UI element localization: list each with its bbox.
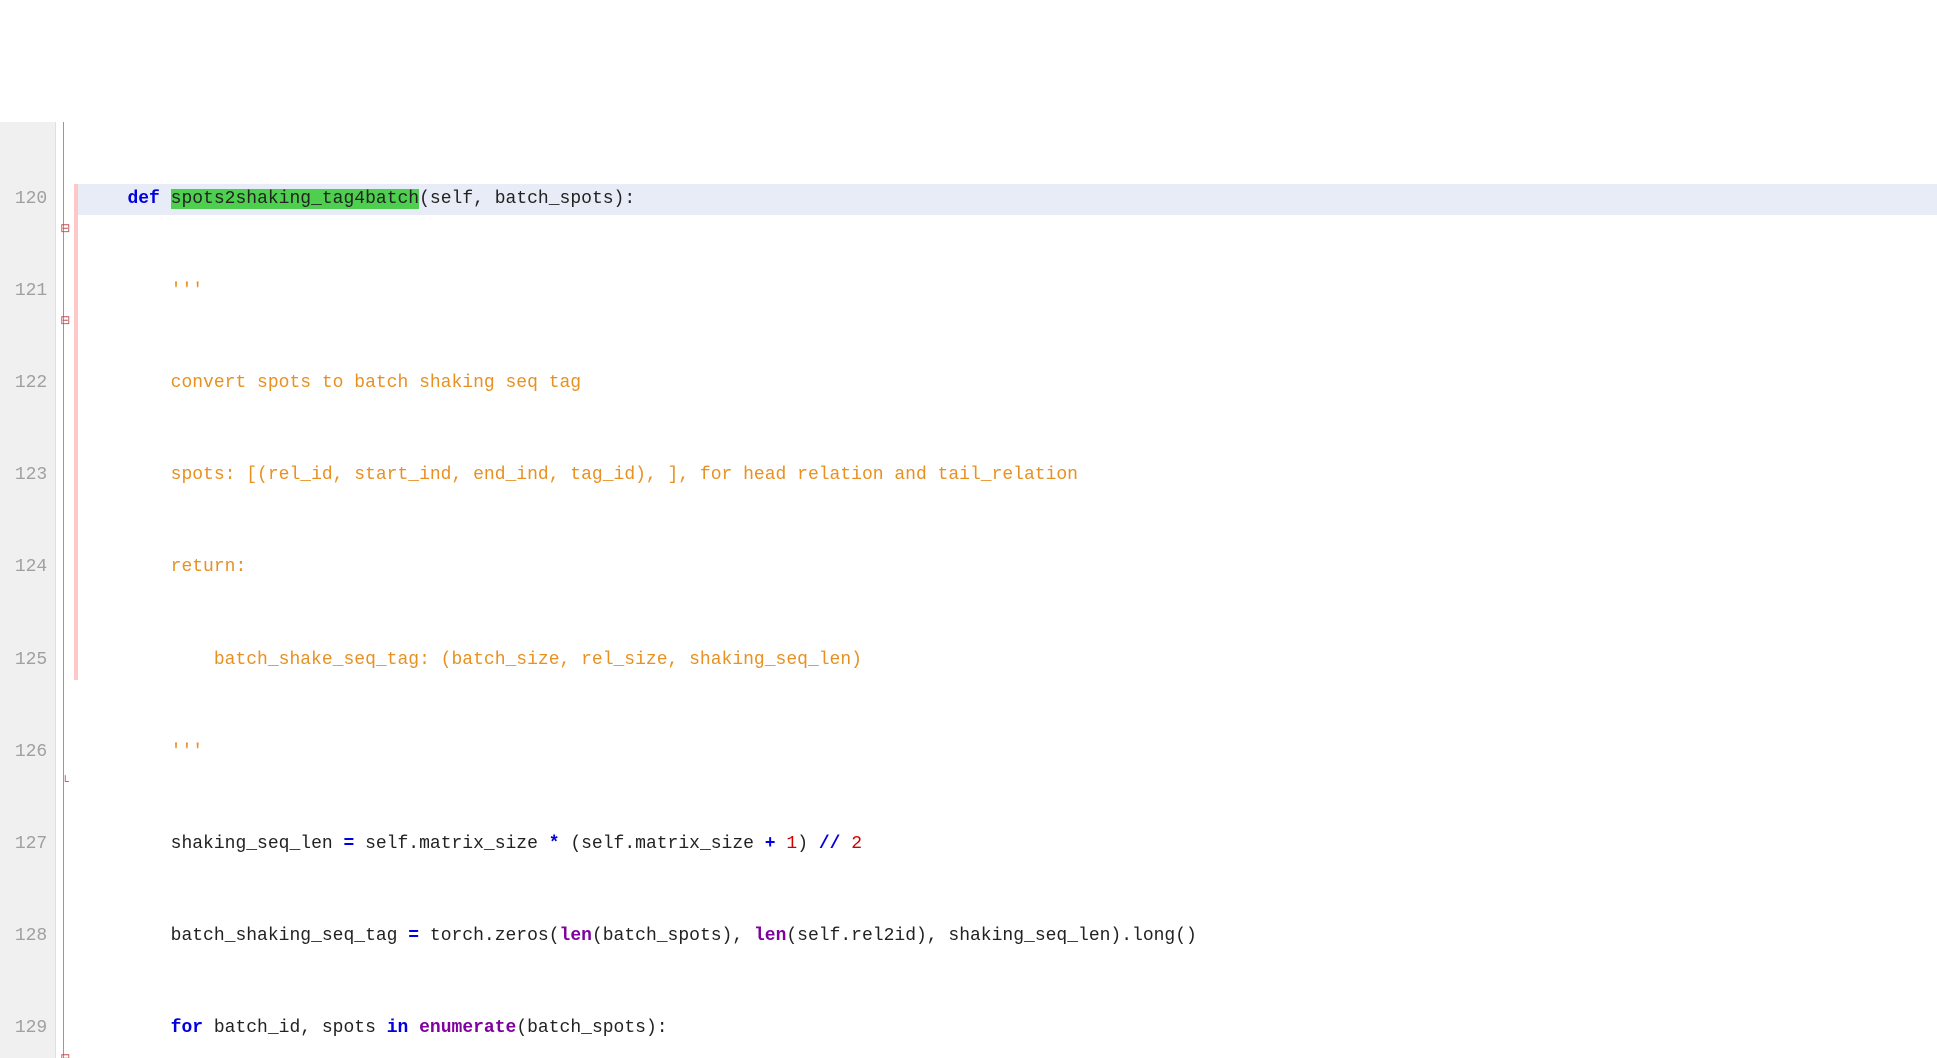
fold-column: ⊟ ⊟ └ ⊟ ⊟ └ └ [56, 122, 74, 1058]
line-number-gutter: 120 121 122 123 124 125 126 127 128 129 … [0, 122, 56, 1058]
fold-toggle-icon[interactable]: ⊟ [56, 214, 74, 245]
line-number: 124 [4, 552, 47, 583]
fold-end-icon: └ [56, 767, 74, 798]
line-number: 121 [4, 276, 47, 307]
code-line[interactable]: batch_shake_seq_tag: (batch_size, rel_si… [78, 645, 1937, 676]
code-line[interactable]: return: [78, 552, 1937, 583]
fold-guide-icon [56, 675, 74, 706]
code-area[interactable]: def spots2shaking_tag4batch(self, batch_… [78, 122, 1937, 1058]
fold-guide-icon [56, 399, 74, 430]
fold-guide-icon [56, 491, 74, 522]
code-line[interactable]: batch_shaking_seq_tag = torch.zeros(len(… [78, 921, 1937, 952]
fold-toggle-icon[interactable]: ⊟ [56, 1044, 74, 1058]
fold-guide-icon [56, 859, 74, 890]
line-number: 129 [4, 1013, 47, 1044]
line-number: 123 [4, 460, 47, 491]
selected-function-name: spots2shaking_tag4batch [171, 189, 419, 209]
code-line[interactable]: spots: [(rel_id, start_ind, end_ind, tag… [78, 460, 1937, 491]
line-number: 128 [4, 921, 47, 952]
code-editor[interactable]: 120 121 122 123 124 125 126 127 128 129 … [0, 122, 1937, 1058]
fold-guide-icon [56, 952, 74, 983]
keyword-def: def [127, 189, 159, 209]
line-number: 120 [4, 184, 47, 215]
code-line[interactable]: ''' [78, 276, 1937, 307]
fold-guide-icon [56, 583, 74, 614]
line-number: 122 [4, 368, 47, 399]
code-line[interactable]: convert spots to batch shaking seq tag [78, 368, 1937, 399]
line-number: 125 [4, 645, 47, 676]
line-number: 127 [4, 829, 47, 860]
code-line[interactable]: shaking_seq_len = self.matrix_size * (se… [78, 829, 1937, 860]
code-line[interactable]: ''' [78, 737, 1937, 768]
code-line[interactable]: for batch_id, spots in enumerate(batch_s… [78, 1013, 1937, 1044]
code-line[interactable]: def spots2shaking_tag4batch(self, batch_… [78, 184, 1937, 215]
line-number: 126 [4, 737, 47, 768]
fold-toggle-icon[interactable]: ⊟ [56, 306, 74, 337]
